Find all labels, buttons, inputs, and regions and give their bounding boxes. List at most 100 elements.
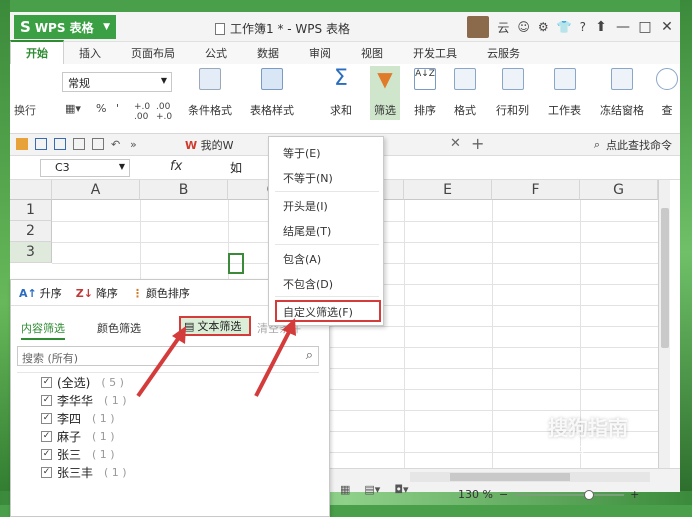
worksheet-button[interactable]: 工作表 xyxy=(548,68,581,118)
rows-cols-button[interactable]: 行和列 xyxy=(496,68,529,118)
row-header[interactable]: 2 xyxy=(10,221,52,242)
column-header[interactable]: A xyxy=(52,180,140,200)
save-as-icon[interactable] xyxy=(54,138,66,150)
arrow-line xyxy=(254,329,292,397)
reading-mode-icon[interactable]: ◘▾ xyxy=(394,483,408,496)
decimal-increase-icon[interactable]: +.0.00 xyxy=(134,102,150,122)
number-format-select[interactable]: 常规 ▼ xyxy=(62,72,172,92)
checkbox-checked-icon[interactable]: ✓ xyxy=(41,394,52,406)
row-header[interactable]: 1 xyxy=(10,200,52,221)
close-tab-icon[interactable]: ✕ xyxy=(450,136,461,151)
sort-asc-button[interactable]: A↑ 升序 xyxy=(19,285,62,301)
column-header[interactable]: G xyxy=(580,180,658,200)
skin-icon[interactable]: ☺ xyxy=(517,20,530,34)
select-all-corner[interactable] xyxy=(10,180,52,200)
close-icon[interactable]: ✕ xyxy=(660,19,674,35)
zoom-out-icon[interactable]: − xyxy=(499,488,508,501)
tab-cloud[interactable]: 云服务 xyxy=(472,42,535,64)
undo-icon[interactable]: ↶ xyxy=(111,138,123,151)
menu-item-ends-with[interactable]: 结尾是(T) xyxy=(283,223,331,239)
command-search[interactable]: ⌕ 点此查找命令 xyxy=(594,137,672,153)
row-header[interactable]: 3 xyxy=(10,242,52,263)
menu-item-contains[interactable]: 包含(A) xyxy=(283,251,321,267)
color-sort-button[interactable]: ⋮ 颜色排序 xyxy=(132,285,190,301)
settings-icon[interactable]: ⚙ xyxy=(538,20,549,34)
tab-view[interactable]: 视图 xyxy=(346,42,398,64)
zoom-slider-knob[interactable] xyxy=(584,489,595,500)
tab-home[interactable]: 开始 xyxy=(10,40,64,64)
wps-app-button[interactable]: S WPS 表格 ▼ xyxy=(14,15,116,39)
checkbox-checked-icon[interactable]: ✓ xyxy=(41,448,52,460)
user-name[interactable]: 云 xyxy=(497,19,509,36)
list-item-label: (全选) xyxy=(57,375,91,390)
tab-developer[interactable]: 开发工具 xyxy=(398,42,472,64)
tab-formulas[interactable]: 公式 xyxy=(190,42,242,64)
selected-cell[interactable] xyxy=(228,253,244,274)
menu-item-not-equals[interactable]: 不等于(N) xyxy=(283,170,333,186)
sort-asc-icon: A↑ xyxy=(19,286,37,300)
decimal-decrease-icon[interactable]: .00 +.0 xyxy=(156,102,172,122)
scroll-thumb[interactable] xyxy=(450,473,570,481)
tab-page-layout[interactable]: 页面布局 xyxy=(116,42,190,64)
avatar[interactable] xyxy=(467,16,490,38)
conditional-format-button[interactable]: 条件格式 xyxy=(188,68,232,118)
sort-button[interactable]: A↓Z 排序 xyxy=(414,68,436,118)
thousands-button[interactable]: ' xyxy=(116,102,119,115)
funnel-icon: ▼ xyxy=(377,67,393,91)
normal-view-icon[interactable]: ▦ xyxy=(340,483,350,496)
sort-asc-label: 升序 xyxy=(39,286,62,300)
table-style-button[interactable]: 表格样式 xyxy=(250,68,294,118)
column-header[interactable]: F xyxy=(492,180,580,200)
maximize-icon[interactable]: □ xyxy=(638,19,652,35)
zoom-in-icon[interactable]: + xyxy=(630,488,639,501)
shirt-icon[interactable]: 👕 xyxy=(557,20,572,34)
text-filter-menu: 等于(E) 不等于(N) 开头是(I) 结尾是(T) 包含(A) 不包含(D) … xyxy=(268,136,384,326)
minimize-icon[interactable]: — xyxy=(616,19,630,35)
zoom-slider[interactable] xyxy=(514,489,625,500)
document-tab[interactable]: W 我的W xyxy=(185,137,234,153)
help-icon[interactable]: ? xyxy=(580,20,586,34)
freeze-panes-button[interactable]: 冻结窗格 xyxy=(600,68,644,118)
filter-button[interactable]: ▼ 筛选 xyxy=(370,66,400,120)
column-header[interactable]: E xyxy=(404,180,492,200)
tab-insert[interactable]: 插入 xyxy=(64,42,116,64)
checkbox-checked-icon[interactable]: ✓ xyxy=(41,412,52,424)
checkbox-checked-icon[interactable]: ✓ xyxy=(41,466,52,478)
save-icon[interactable] xyxy=(35,138,47,150)
find-button[interactable]: 查 xyxy=(656,68,678,118)
column-header[interactable]: B xyxy=(140,180,228,200)
formula-input[interactable]: 如 xyxy=(230,159,242,176)
sort-desc-button[interactable]: Z↓ 降序 xyxy=(76,285,118,301)
wrap-text-button[interactable]: 换行 xyxy=(14,102,36,118)
page-layout-icon[interactable]: ▤▾ xyxy=(364,483,380,496)
menu-item-begins-with[interactable]: 开头是(I) xyxy=(283,198,328,214)
checkbox-checked-icon[interactable]: ✓ xyxy=(41,376,52,388)
sum-button[interactable]: Σ 求和 xyxy=(330,68,352,118)
vertical-scrollbar[interactable] xyxy=(658,180,670,470)
name-box[interactable]: C3 ▼ xyxy=(40,159,130,177)
zoom-value[interactable]: 130 % xyxy=(458,488,493,501)
function-button[interactable]: fx xyxy=(170,159,182,174)
list-item[interactable]: ✓ 张三丰 ( 1 ) xyxy=(17,463,319,481)
currency-icon[interactable]: ▦▾ xyxy=(65,102,81,115)
menu-separator xyxy=(275,296,379,297)
restore-icon[interactable]: ⬆ xyxy=(594,19,608,35)
list-item[interactable]: ✓ 麻子 ( 1 ) xyxy=(17,427,319,445)
tab-review[interactable]: 审阅 xyxy=(294,42,346,64)
menu-item-equals[interactable]: 等于(E) xyxy=(283,145,321,161)
tab-content-filter[interactable]: 内容筛选 xyxy=(21,320,65,340)
preview-icon[interactable] xyxy=(92,138,104,150)
more-icon[interactable]: » xyxy=(130,138,142,151)
checkbox-checked-icon[interactable]: ✓ xyxy=(41,430,52,442)
tab-data[interactable]: 数据 xyxy=(242,42,294,64)
list-item[interactable]: ✓ 张三 ( 1 ) xyxy=(17,445,319,463)
print-icon[interactable] xyxy=(73,138,85,150)
menu-item-not-contains[interactable]: 不包含(D) xyxy=(283,276,333,292)
percent-button[interactable]: % xyxy=(96,102,106,115)
new-tab-icon[interactable]: + xyxy=(471,134,484,153)
open-icon[interactable] xyxy=(16,138,28,150)
format-button[interactable]: 格式 xyxy=(454,68,476,118)
list-item[interactable]: ✓ 李四 ( 1 ) xyxy=(17,409,319,427)
horizontal-scrollbar[interactable] xyxy=(410,472,650,482)
scroll-thumb[interactable] xyxy=(661,208,669,348)
